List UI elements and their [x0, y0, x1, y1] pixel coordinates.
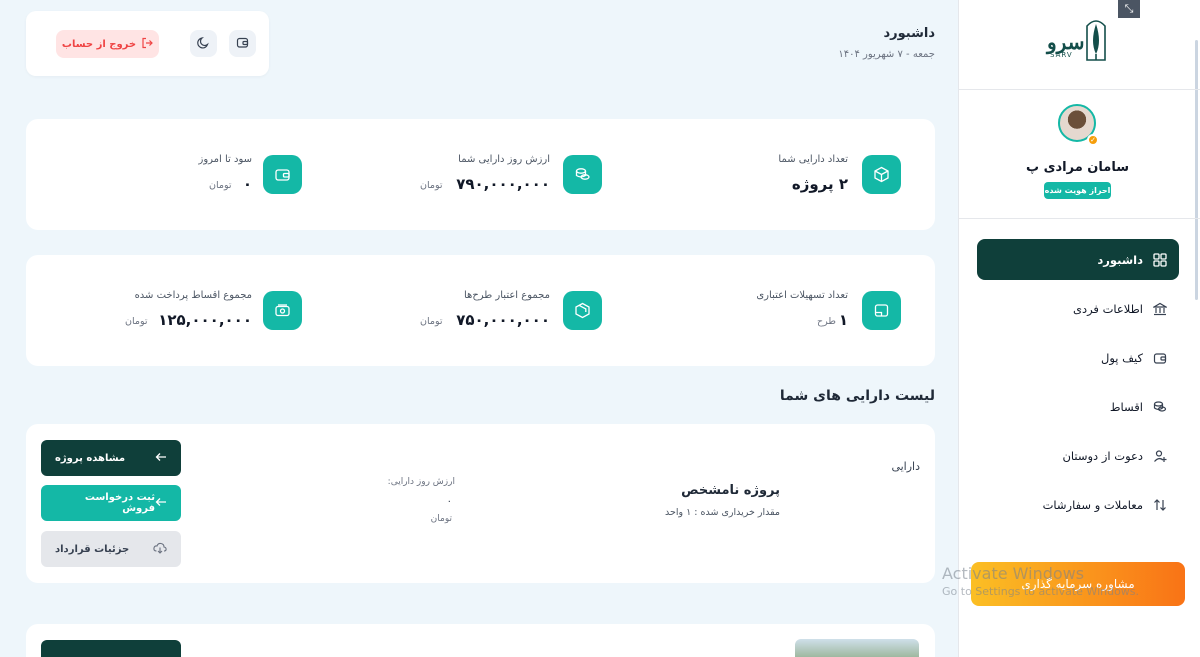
- grid-icon: [1153, 252, 1167, 267]
- cloud-download-icon: [153, 542, 167, 557]
- stat-label: سود تا امروز: [198, 154, 253, 165]
- wallet-shortcut-button[interactable]: [229, 30, 256, 57]
- stat-unit: تومان: [125, 316, 148, 327]
- stat-unit: تومان: [420, 316, 443, 327]
- asset-value-label: ارزش روز دارایی:: [387, 477, 455, 487]
- user-plus-icon: [1153, 449, 1167, 463]
- sidebar-item-label: اقساط: [1109, 399, 1143, 414]
- money-icon: [263, 291, 302, 330]
- stat-unit: طرح: [817, 316, 836, 327]
- logout-icon: [141, 37, 153, 52]
- sidebar-nav: داشبورد اطلاعات فردی کیف پول اقساط دعوت …: [977, 239, 1179, 533]
- sidebar-divider: [958, 89, 1200, 90]
- stat-label: مجموع اقساط پرداخت شده: [134, 290, 252, 301]
- sidebar-item-label: داشبورد: [1097, 252, 1143, 267]
- project-image: [795, 639, 919, 657]
- button-label: ثبت درخواست فروش: [84, 492, 155, 514]
- stat-label: مجموع اعتبار طرح‌ها: [464, 290, 550, 301]
- stat-value: ۱۲۵,۰۰۰,۰۰۰: [158, 311, 252, 329]
- sidebar-item-invite-friends[interactable]: دعوت از دوستان: [977, 435, 1179, 476]
- page-date: جمعه - ۷ شهریور ۱۴۰۴: [838, 49, 935, 60]
- wallet-icon: [236, 34, 249, 53]
- box-icon: [862, 155, 901, 194]
- asset-quantity: مقدار خریداری شده : ۱ واحد: [665, 507, 780, 518]
- stat-label: ارزش روز دارایی شما: [458, 154, 550, 165]
- user-name: سامان مرادی پ: [1026, 160, 1129, 175]
- logout-button[interactable]: خروج از حساب: [56, 30, 159, 58]
- logout-label: خروج از حساب: [61, 38, 137, 50]
- credit-stats-card: تعداد تسهیلات اعتباری ۱ طرح مجموع اعتبار…: [26, 255, 935, 366]
- assets-section-title: لیست دارایی های شما: [779, 388, 935, 404]
- package-icon: [563, 291, 602, 330]
- sidebar-item-transactions[interactable]: معاملات و سفارشات: [977, 484, 1179, 525]
- sidebar-item-wallet[interactable]: کیف پول: [977, 337, 1179, 378]
- stat-value: ۷۵۰,۰۰۰,۰۰۰: [456, 311, 550, 329]
- asset-value-unit: تومان: [430, 514, 452, 524]
- asset-tag: دارایی: [891, 460, 920, 473]
- sidebar-item-label: اطلاعات فردی: [1072, 301, 1143, 316]
- sell-request-button[interactable]: ثبت درخواست فروش: [41, 485, 181, 521]
- view-project-button[interactable]: [41, 640, 181, 657]
- button-label: مشاهده پروژه: [55, 452, 126, 464]
- sidebar-item-label: دعوت از دوستان: [1062, 448, 1143, 463]
- sidebar-item-personal-info[interactable]: اطلاعات فردی: [977, 288, 1179, 329]
- view-project-button[interactable]: مشاهده پروژه: [41, 440, 181, 476]
- sidebar-scrollbar[interactable]: [1195, 40, 1198, 300]
- asset-stats-card: تعداد دارایی شما ۲ پروژه ارزش روز دارایی…: [26, 119, 935, 230]
- stat-label: تعداد تسهیلات اعتباری: [756, 290, 848, 301]
- wallet-icon: [1153, 351, 1167, 365]
- stat-value: ۷۹۰,۰۰۰,۰۰۰: [456, 175, 550, 193]
- sidebar-divider: [958, 218, 1200, 219]
- arrow-left-icon: [155, 496, 167, 511]
- sidebar-item-label: کیف پول: [1100, 350, 1143, 365]
- page-title: داشبورد: [883, 26, 935, 41]
- stat-value: ۰: [242, 175, 252, 193]
- theme-toggle-button[interactable]: [190, 30, 217, 57]
- sidebar-item-dashboard[interactable]: داشبورد: [977, 239, 1179, 280]
- sidebar-item-label: معاملات و سفارشات: [1042, 497, 1143, 512]
- verified-badge: احراز هویت شده: [1044, 182, 1111, 199]
- arrows-updown-icon: [1153, 498, 1167, 512]
- coins-icon: [563, 155, 602, 194]
- stat-value: ۱: [838, 311, 848, 329]
- arrow-left-icon: [155, 451, 167, 466]
- moon-icon: [197, 34, 210, 53]
- stat-label: تعداد دارایی شما: [778, 154, 848, 165]
- asset-value: ۰: [446, 496, 452, 507]
- asset-name: پروژه نامشخص: [681, 483, 780, 498]
- verified-check-icon: ✓: [1087, 134, 1099, 146]
- credit-card-icon: [862, 291, 901, 330]
- sidebar-item-installments[interactable]: اقساط: [977, 386, 1179, 427]
- investment-consultation-button[interactable]: مشاوره سرمایه گذاری: [971, 562, 1185, 606]
- button-label: جزئیات قرارداد: [55, 543, 130, 555]
- bank-icon: [1153, 302, 1167, 316]
- logo-subtext: SARV: [1050, 51, 1073, 59]
- stat-unit: تومان: [420, 180, 443, 191]
- contract-details-button[interactable]: جزئیات قرارداد: [41, 531, 181, 567]
- stat-value: ۲ پروژه: [791, 175, 848, 193]
- wallet-icon: [263, 155, 302, 194]
- collapse-icon[interactable]: ⤡: [1118, 0, 1140, 18]
- stat-unit: تومان: [209, 180, 232, 191]
- coins-icon: [1153, 400, 1167, 414]
